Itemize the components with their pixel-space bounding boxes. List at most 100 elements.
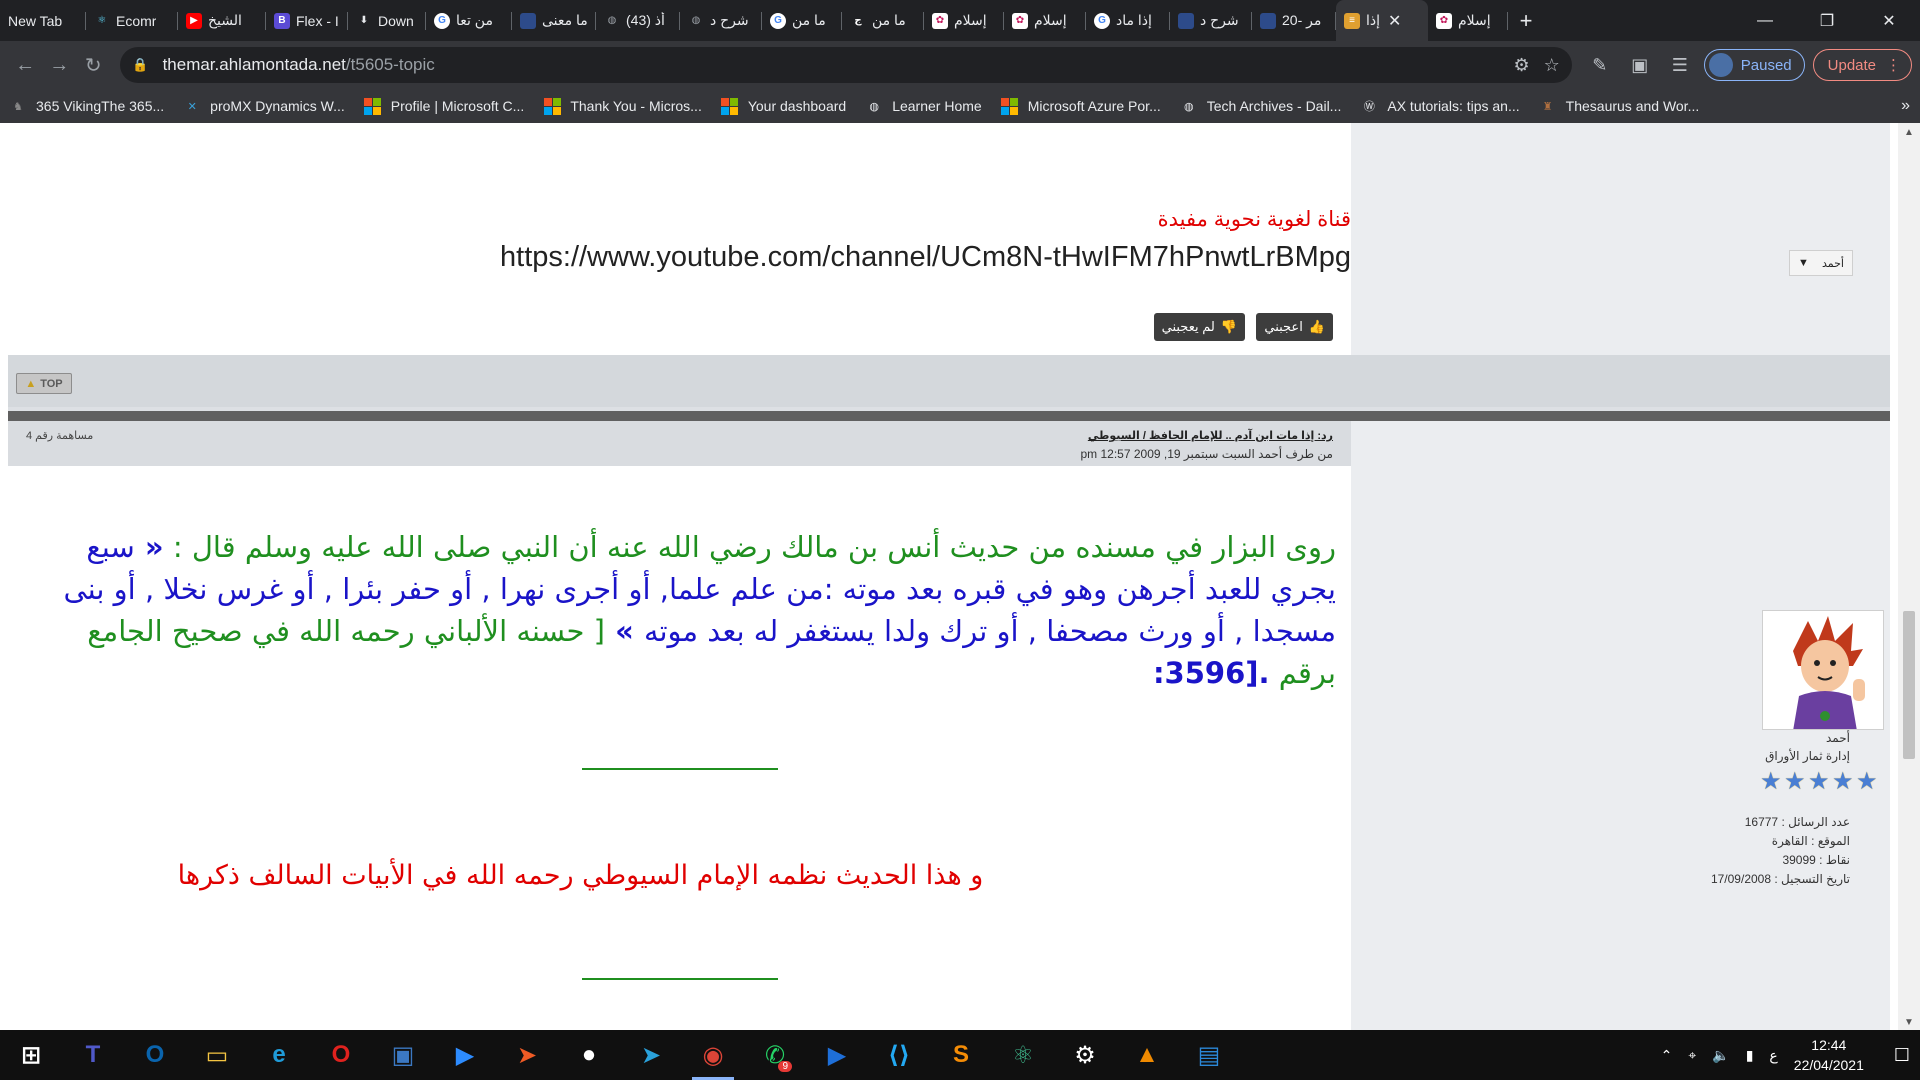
dislike-button[interactable]: لم يعجبني 👎 [1153,313,1245,341]
wifi-icon[interactable]: ⌖ [1688,1047,1696,1064]
kobo-app[interactable]: ● [558,1030,620,1080]
forward-button[interactable]: → [42,47,76,83]
browser-tab[interactable]: ⬇ Down [348,0,426,41]
bookmark-item[interactable]: ◍ Learner Home [866,98,981,114]
browser-tab[interactable]: G ما من [762,0,842,41]
tab-title: Flex - I [296,12,339,29]
outlook-app[interactable]: O [124,1030,186,1080]
browser-tab[interactable]: ✿ إسلام [924,0,1004,41]
chevron-up-icon[interactable]: ⌃ [1661,1047,1673,1064]
media-app[interactable]: ▶ [806,1030,868,1080]
telegram-app[interactable]: ➤ [620,1030,682,1080]
tab-title: شرح د [1200,12,1239,28]
signature-link[interactable]: https://www.youtube.com/channel/UCm8N-tH… [500,241,1351,274]
bookmark-item[interactable]: Thank You - Micros... [543,97,702,115]
back-button[interactable]: ← [8,47,42,83]
atom-icon: ⚛ [1012,1041,1034,1069]
close-tab-icon[interactable]: ✕ [1388,11,1401,31]
post-body: روى البزار في مسنده من حديث أنس بن مالك … [8,466,1351,1030]
tab-title: إسلام [1034,12,1067,28]
tab-title: إذا ماد [1116,12,1152,28]
opera-app[interactable]: O [310,1030,372,1080]
chrome-icon: ◉ [702,1041,724,1069]
back-to-top-button[interactable]: ▲ TOP [16,373,72,394]
browser-tab[interactable]: ✿ إسلام [1004,0,1086,41]
user-messages: عدد الرسائل : 16777 [1744,815,1850,829]
start-button[interactable]: ⊞ [0,1030,62,1080]
browser-tab[interactable]: ≡ إذا ✕ [1336,0,1428,41]
b-icon: B [274,12,290,29]
media-icon: ▶ [827,1041,847,1069]
browser-tab[interactable]: ما معنى [512,0,596,41]
bookmark-item[interactable]: Microsoft Azure Por... [1001,97,1161,115]
bookmark-item[interactable]: Ⓦ AX tutorials: tips an... [1361,98,1520,114]
bookmark-item[interactable]: ◍ Tech Archives - Dail... [1181,98,1341,114]
bookmark-item[interactable]: Your dashboard [721,97,846,115]
teams-app[interactable]: T [62,1030,124,1080]
rdp-app[interactable]: ▣ [372,1030,434,1080]
input-language[interactable]: ع [1769,1047,1777,1064]
post-title-link[interactable]: رد: إذا مات ابن آدم .. للإمام الحافظ / ا… [1088,429,1333,442]
maximize-button[interactable]: ❐ [1796,0,1858,41]
browser-tab[interactable]: ⚛ Ecomr [86,0,178,41]
clock[interactable]: 12:44 22/04/2021 [1794,1035,1864,1075]
post-number: مساهمة رقم 4 [26,430,94,442]
battery-icon[interactable]: ▮ [1746,1047,1754,1064]
profile-button[interactable]: Paused [1703,49,1805,81]
minimize-button[interactable]: — [1734,0,1796,41]
extensions-puzzle-icon[interactable]: ▣ [1624,49,1656,81]
close-window-button[interactable]: ✕ [1858,0,1920,41]
browser-tab[interactable]: ج ما من [842,0,924,41]
bookmark-item[interactable]: ♜ Thesaurus and Wor... [1540,98,1700,114]
whatsapp-app[interactable]: ✆ 9 [744,1030,806,1080]
speaker-icon[interactable]: 🔈 [1712,1047,1729,1064]
zoom-icon: ▶ [455,1041,475,1069]
update-button[interactable]: Update ⋮ [1812,49,1913,81]
browser-tab[interactable]: ▶ الشيخ [178,0,266,41]
scroll-thumb[interactable] [1903,611,1915,759]
address-bar[interactable]: 🔒 themar.ahlamontada.net/t5605-topic ⚙ ☆ [120,47,1572,83]
like-button[interactable]: اعجبني 👍 [1256,313,1333,341]
scroll-up-arrow[interactable]: ▲ [1898,127,1920,138]
tab-title: Down [378,12,414,29]
pen-extension-icon[interactable]: ✎ [1584,49,1616,81]
notifications-icon[interactable]: ☐ [1894,1045,1910,1066]
windows-icon: ⊞ [20,1041,42,1069]
page-scrollbar[interactable]: ▲ ▼ [1898,123,1920,1030]
bookmark-item[interactable]: ✕ proMX Dynamics W... [184,98,345,114]
translate-icon[interactable]: ⚙ [1513,55,1529,76]
browser-tab[interactable]: G من تعا [426,0,512,41]
browser-tab[interactable]: New Tab [0,0,86,41]
user-display-name[interactable]: أحمد [1826,731,1850,745]
browser-tab[interactable]: شرح د [1170,0,1252,41]
bookmarks-overflow-button[interactable]: » [1901,97,1910,115]
postman-app[interactable]: ➤ [496,1030,558,1080]
windows-taskbar: ⊞ T O ▭ e O ▣ ▶ ➤ ● ➤ ◉ ✆ 9 ▶ ⟨⟩ S ⚛ ⚙ ▲ ▤ ⌃ ⌖ 🔈 ▮ ع 12:44 2… [0,1030,1920,1080]
explorer-app[interactable]: ▭ [186,1030,248,1080]
user-menu-dropdown[interactable]: أحمد ▼ [1789,250,1853,276]
bookmark-item[interactable]: Profile | Microsoft C... [364,97,524,115]
chrome-app[interactable]: ◉ [682,1030,744,1080]
reload-button[interactable]: ↻ [76,47,110,83]
browser-tab[interactable]: ◍ (43) أذ [596,0,680,41]
tab-title: ما من [872,12,906,28]
atom-app[interactable]: ⚛ [992,1030,1054,1080]
scroll-down-arrow[interactable]: ▼ [1898,1017,1920,1028]
browser-toolbar: ← → ↻ 🔒 themar.ahlamontada.net/t5605-top… [0,41,1920,89]
bookmark-item[interactable]: ♞ 365 VikingThe 365... [10,98,164,114]
browser-tab[interactable]: ✿ إسلام [1428,0,1508,41]
new-tab-button[interactable]: + [1508,0,1544,41]
browser-tab[interactable]: ◍ شرح د [680,0,762,41]
vscode-app[interactable]: ⟨⟩ [868,1030,930,1080]
reading-list-icon[interactable]: ☰ [1664,49,1696,81]
browser-tab[interactable]: B Flex - I [266,0,348,41]
edge-app[interactable]: e [248,1030,310,1080]
settings-app[interactable]: ⚙ [1054,1030,1116,1080]
browser-tab[interactable]: 20- مر [1252,0,1336,41]
browser-tab[interactable]: G إذا ماد [1086,0,1170,41]
bookmark-star-icon[interactable]: ☆ [1544,55,1560,76]
vlc-app[interactable]: ▲ [1116,1030,1178,1080]
photos-app[interactable]: ▤ [1178,1030,1240,1080]
zoom-app[interactable]: ▶ [434,1030,496,1080]
sublime-app[interactable]: S [930,1030,992,1080]
